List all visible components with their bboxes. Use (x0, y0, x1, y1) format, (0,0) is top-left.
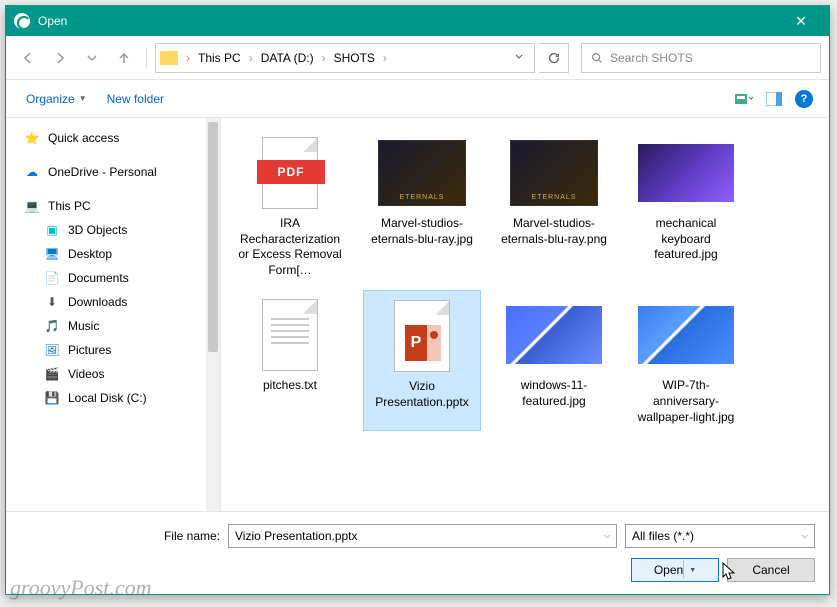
sidebar-scrollbar[interactable] (206, 118, 220, 511)
back-button[interactable] (14, 44, 42, 72)
open-dialog: Open ✕ › This PC › DATA (D:) › SHOTS › S… (5, 5, 830, 595)
open-button[interactable]: Open▼ (631, 558, 719, 582)
file-item-txt[interactable]: pitches.txt (231, 290, 349, 431)
sidebar-local-disk[interactable]: 💾Local Disk (C:) (6, 386, 220, 410)
body: ⭐Quick access ☁OneDrive - Personal 💻This… (6, 118, 829, 511)
help-button[interactable]: ? (791, 86, 817, 112)
sidebar-onedrive[interactable]: ☁OneDrive - Personal (6, 160, 220, 184)
music-icon: 🎵 (44, 318, 60, 334)
toolbar: Organize▼ New folder ? (6, 80, 829, 118)
recent-dropdown[interactable] (78, 44, 106, 72)
organize-menu[interactable]: Organize▼ (18, 88, 95, 110)
close-button[interactable]: ✕ (781, 13, 821, 30)
search-icon (590, 51, 604, 65)
titlebar: Open ✕ (6, 6, 829, 36)
up-button[interactable] (110, 44, 138, 72)
file-item-image[interactable]: WIP-7th-anniversary-wallpaper-light.jpg (627, 290, 745, 431)
powerpoint-icon: P (405, 325, 441, 361)
image-thumbnail (510, 140, 598, 206)
filename-input[interactable]: Vizio Presentation.pptx ⌵ (228, 524, 617, 548)
cloud-icon: ☁ (24, 164, 40, 180)
new-folder-button[interactable]: New folder (99, 88, 172, 110)
document-icon: 📄 (44, 270, 60, 286)
pc-icon: 💻 (24, 198, 40, 214)
sidebar-downloads[interactable]: ⬇Downloads (6, 290, 220, 314)
star-icon: ⭐ (24, 130, 40, 146)
address-bar[interactable]: › This PC › DATA (D:) › SHOTS › (155, 43, 535, 73)
image-thumbnail (378, 140, 466, 206)
address-dropdown[interactable] (508, 51, 530, 65)
sidebar-desktop[interactable]: 🖥Desktop (6, 242, 220, 266)
search-input[interactable]: Search SHOTS (581, 43, 821, 73)
file-item-image[interactable]: Marvel-studios-eternals-blu-ray.png (495, 128, 613, 284)
video-icon: 🎬 (44, 366, 60, 382)
forward-button[interactable] (46, 44, 74, 72)
crumb-data[interactable]: DATA (D:) (257, 49, 318, 67)
disk-icon: 💾 (44, 390, 60, 406)
filename-dropdown[interactable]: ⌵ (604, 531, 610, 541)
sidebar-this-pc[interactable]: 💻This PC (6, 194, 220, 218)
file-item-image[interactable]: Marvel-studios-eternals-blu-ray.jpg (363, 128, 481, 284)
footer: File name: Vizio Presentation.pptx ⌵ All… (6, 511, 829, 594)
image-thumbnail (638, 306, 734, 364)
file-item-pptx-selected[interactable]: P Vizio Presentation.pptx (363, 290, 481, 431)
file-type-filter[interactable]: All files (*.*) ⌵ (625, 524, 815, 548)
sidebar-3d-objects[interactable]: ▣3D Objects (6, 218, 220, 242)
window-title: Open (38, 14, 781, 28)
sidebar-music[interactable]: 🎵Music (6, 314, 220, 338)
crumb-shots[interactable]: SHOTS (330, 49, 379, 67)
preview-pane-button[interactable] (761, 86, 787, 112)
file-item-image[interactable]: mechanical keyboard featured.jpg (627, 128, 745, 284)
pictures-icon: 🖼 (44, 342, 60, 358)
sidebar: ⭐Quick access ☁OneDrive - Personal 💻This… (6, 118, 221, 511)
filename-label: File name: (20, 529, 220, 543)
navbar: › This PC › DATA (D:) › SHOTS › Search S… (6, 36, 829, 80)
download-icon: ⬇ (44, 294, 60, 310)
sidebar-documents[interactable]: 📄Documents (6, 266, 220, 290)
search-placeholder: Search SHOTS (610, 51, 693, 65)
cancel-button[interactable]: Cancel (727, 558, 815, 582)
app-icon (14, 13, 30, 29)
folder-icon (160, 51, 178, 65)
image-thumbnail (506, 306, 602, 364)
sidebar-quick-access[interactable]: ⭐Quick access (6, 126, 220, 150)
sidebar-videos[interactable]: 🎬Videos (6, 362, 220, 386)
crumb-this-pc[interactable]: This PC (194, 49, 245, 67)
pdf-icon: PDF (257, 160, 325, 184)
sidebar-pictures[interactable]: 🖼Pictures (6, 338, 220, 362)
refresh-button[interactable] (539, 43, 569, 73)
image-thumbnail (638, 144, 734, 202)
view-menu[interactable] (731, 86, 757, 112)
cube-icon: ▣ (44, 222, 60, 238)
file-list: PDF IRA Recharacterization or Excess Rem… (221, 118, 829, 511)
file-item-image[interactable]: windows-11-featured.jpg (495, 290, 613, 431)
file-item-pdf[interactable]: PDF IRA Recharacterization or Excess Rem… (231, 128, 349, 284)
desktop-icon: 🖥 (44, 246, 60, 262)
